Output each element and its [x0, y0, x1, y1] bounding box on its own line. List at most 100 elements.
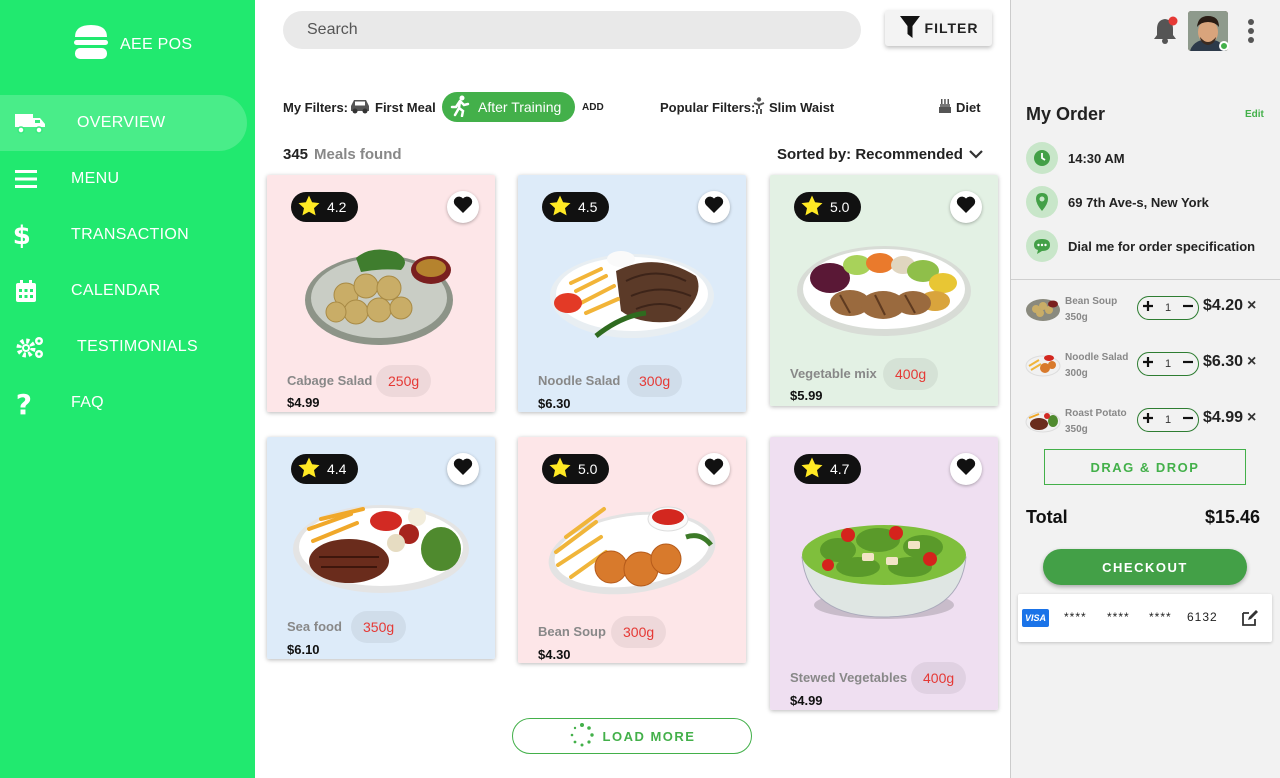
- favorite-button[interactable]: [698, 453, 730, 485]
- meal-card[interactable]: 5.0 Bean Soup 300g $4.30: [518, 437, 746, 663]
- heart-icon: [956, 458, 976, 481]
- order-item-weight: 350g: [1065, 312, 1088, 323]
- heart-icon: [704, 458, 724, 481]
- filter-chip-after-training[interactable]: After Training: [442, 92, 576, 122]
- star-icon: [548, 456, 572, 483]
- filter-chip-slim-waist[interactable]: Slim Waist: [753, 92, 834, 122]
- nav-item-calendar[interactable]: CALENDAR: [0, 263, 247, 319]
- meal-name: Stewed Vegetables: [790, 670, 908, 685]
- vegetable-mix-image: [795, 243, 973, 344]
- favorite-button[interactable]: [950, 191, 982, 223]
- order-note-value: Dial me for order specification: [1068, 238, 1256, 254]
- svg-text:$: $: [13, 221, 31, 249]
- order-item-thumbnail: [1025, 408, 1061, 439]
- meal-weight: 400g: [883, 358, 939, 390]
- stewed-vegetables-image: [798, 505, 970, 628]
- filter-chip-label: Slim Waist: [769, 99, 835, 115]
- visa-logo-icon: VISA: [1022, 609, 1049, 627]
- filter-chip-label: First Meal: [375, 99, 436, 115]
- favorite-button[interactable]: [447, 191, 479, 223]
- cabbage-salad-image: [301, 240, 461, 353]
- favorite-button[interactable]: [950, 453, 982, 485]
- order-address[interactable]: 69 7th Ave-s, New York: [1026, 186, 1209, 218]
- edit-card-icon[interactable]: [1240, 608, 1260, 633]
- filter-chip-first-meal[interactable]: First Meal: [349, 92, 436, 122]
- meal-card[interactable]: 4.4 Sea food 350g $6.10: [267, 437, 495, 659]
- minus-icon[interactable]: [1182, 299, 1194, 317]
- meal-weight: 300g: [611, 616, 667, 648]
- minus-icon[interactable]: [1182, 411, 1194, 429]
- filter-button[interactable]: FILTER: [885, 10, 992, 46]
- order-time[interactable]: 14:30 AM: [1026, 142, 1125, 174]
- favorite-button[interactable]: [447, 453, 479, 485]
- order-item-thumbnail: [1025, 352, 1061, 383]
- bell-icon: [1153, 16, 1179, 48]
- checkout-button[interactable]: CHECKOUT: [1043, 549, 1247, 585]
- drag-drop-zone[interactable]: DRAG & DROP: [1044, 449, 1246, 485]
- meal-card[interactable]: 4.2 Cabage Salad 250g $4.99: [267, 175, 495, 412]
- meal-name: Vegetable mix: [790, 366, 877, 381]
- rating-value: 4.2: [327, 199, 347, 215]
- total-label: Total: [1026, 507, 1068, 527]
- search-input[interactable]: [283, 11, 861, 49]
- minus-icon[interactable]: [1182, 355, 1194, 373]
- clock-icon: [1026, 142, 1058, 174]
- order-time-value: 14:30 AM: [1068, 150, 1125, 166]
- payment-card[interactable]: VISA **** **** **** 6132: [1018, 594, 1272, 642]
- remove-item-button[interactable]: ×: [1247, 297, 1256, 315]
- order-item-info: Noodle Salad 300g: [1065, 350, 1128, 382]
- card-number-last4: 6132: [1187, 610, 1218, 624]
- nav-item-faq[interactable]: ? FAQ: [0, 375, 247, 431]
- gears-icon: [14, 331, 46, 363]
- rating-badge: 5.0: [542, 454, 609, 484]
- nav-item-menu[interactable]: MENU: [0, 151, 247, 207]
- more-options-button[interactable]: [1247, 18, 1255, 49]
- order-item-name: Noodle Salad: [1065, 352, 1129, 363]
- nav-item-testimonials[interactable]: TESTIMONIALS: [0, 319, 247, 375]
- meal-card[interactable]: 4.7 Stewed Vegetables 400g $4.99: [770, 437, 998, 710]
- divider: [1011, 279, 1280, 280]
- favorite-button[interactable]: [698, 191, 730, 223]
- edit-order-link[interactable]: Edit: [1245, 109, 1264, 120]
- plus-icon[interactable]: [1142, 411, 1154, 429]
- rating-badge: 4.4: [291, 454, 358, 484]
- order-note[interactable]: Dial me for order specification: [1026, 230, 1255, 262]
- dollar-icon: $: [6, 219, 38, 251]
- order-item-info: Roast Potato 350g: [1065, 406, 1127, 438]
- meal-card[interactable]: 4.5 Noodle Salad 300g $6.30: [518, 175, 746, 412]
- rating-badge: 4.5: [542, 192, 609, 222]
- noodle-salad-image: [546, 241, 718, 350]
- meal-card[interactable]: 5.0 Vegetable mix 400g $5.99: [770, 175, 998, 406]
- remove-item-button[interactable]: ×: [1247, 409, 1256, 427]
- results-label: Meals found: [314, 146, 402, 163]
- meal-name: Cabage Salad: [287, 373, 373, 388]
- nav-item-overview[interactable]: OVERVIEW: [0, 95, 247, 151]
- sea-food-image: [291, 499, 471, 600]
- plus-icon[interactable]: [1142, 355, 1154, 373]
- filter-chip-diet[interactable]: Diet: [938, 92, 981, 122]
- order-item-info: Bean Soup 350g: [1065, 294, 1117, 326]
- meal-price: $5.99: [790, 388, 823, 403]
- burger-icon: [72, 24, 110, 65]
- quantity-value[interactable]: 1: [1165, 302, 1171, 314]
- quantity-value[interactable]: 1: [1165, 358, 1171, 370]
- filter-label: FILTER: [924, 20, 979, 36]
- rating-value: 4.7: [830, 461, 850, 477]
- remove-item-button[interactable]: ×: [1247, 353, 1256, 371]
- order-address-value: 69 7th Ave-s, New York: [1068, 194, 1209, 210]
- quantity-value[interactable]: 1: [1165, 414, 1171, 426]
- card-number-group: ****: [1064, 610, 1087, 624]
- results-number: 345: [283, 146, 309, 163]
- sort-dropdown[interactable]: Sorted by: Recommended: [777, 146, 983, 163]
- brand[interactable]: AEE POS: [72, 24, 192, 65]
- order-item-price: $6.30: [1203, 353, 1244, 370]
- plus-icon[interactable]: [1142, 299, 1154, 317]
- load-more-button[interactable]: LOAD MORE: [512, 718, 752, 754]
- notifications-button[interactable]: [1153, 16, 1179, 49]
- order-item-weight: 300g: [1065, 368, 1088, 379]
- order-panel: My Order Edit 14:30 AM 69 7th Ave-s, New…: [1010, 0, 1280, 778]
- add-filter-link[interactable]: ADD: [582, 92, 604, 122]
- runner-icon: [450, 95, 470, 120]
- funnel-icon: [899, 15, 921, 42]
- nav-item-transaction[interactable]: $ TRANSACTION: [0, 207, 247, 263]
